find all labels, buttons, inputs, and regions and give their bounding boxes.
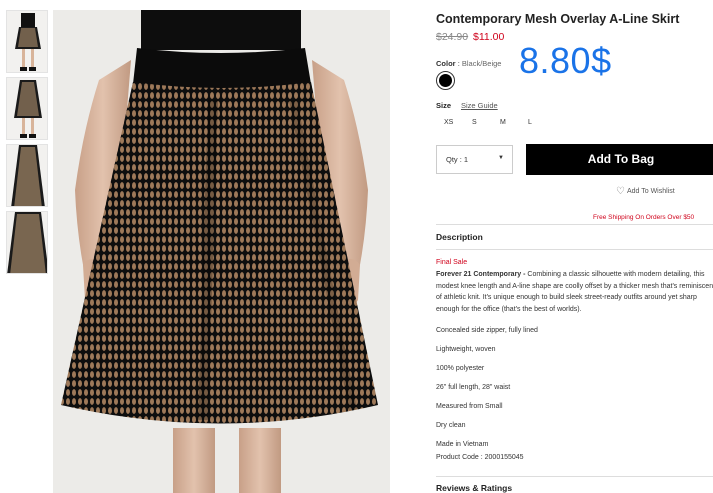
size-option-xs[interactable]: XS xyxy=(436,119,464,126)
color-label-row: Color : Black/Beige xyxy=(436,59,501,68)
thumbnail-4[interactable] xyxy=(6,211,48,274)
detail-item: 100% polyester xyxy=(436,365,485,372)
add-to-wishlist-link[interactable]: ♡ Add To Wishlist xyxy=(616,186,675,197)
size-options: XS S M L xyxy=(436,119,548,126)
detail-item: Concealed side zipper, fully lined xyxy=(436,327,538,334)
product-title: Contemporary Mesh Overlay A-Line Skirt xyxy=(436,12,680,26)
brand-name: Forever 21 Contemporary - xyxy=(436,271,526,278)
detail-item: Dry clean xyxy=(436,422,466,429)
wishlist-label: Add To Wishlist xyxy=(626,188,675,195)
reviews-heading[interactable]: Reviews & Ratings xyxy=(436,483,512,493)
detail-item: Made in Vietnam xyxy=(436,441,489,448)
detail-item: 26" full length, 28" waist xyxy=(436,384,511,391)
detail-item: Measured from Small xyxy=(436,403,503,410)
sale-price: $11.00 xyxy=(473,31,505,43)
product-info-panel: Contemporary Mesh Overlay A-Line Skirt $… xyxy=(436,0,713,493)
size-label: Size xyxy=(436,101,452,110)
thumbnail-2[interactable] xyxy=(6,77,48,140)
product-main-image[interactable] xyxy=(53,10,390,493)
thumbnail-list xyxy=(6,10,48,278)
final-sale-label: Final Sale xyxy=(436,259,468,266)
thumbnail-1[interactable] xyxy=(6,10,48,73)
size-guide-link[interactable]: Size Guide xyxy=(461,101,498,110)
size-option-s[interactable]: S xyxy=(464,119,492,126)
swatch-dot xyxy=(439,74,452,87)
add-to-bag-button[interactable]: Add To Bag xyxy=(526,144,713,175)
heart-icon: ♡ xyxy=(616,186,625,197)
quantity-select[interactable]: Qty : 1 ▼ xyxy=(436,145,513,174)
size-option-l[interactable]: L xyxy=(520,119,548,126)
thumbnail-3[interactable] xyxy=(6,144,48,207)
detail-item: Lightweight, woven xyxy=(436,346,496,353)
overlay-price-annotation: 8.80$ xyxy=(519,40,612,81)
divider xyxy=(436,249,713,250)
free-shipping-notice: Free Shipping On Orders Over $50 xyxy=(593,214,695,221)
product-code: Product Code : 2000155045 xyxy=(436,454,524,461)
size-option-m[interactable]: M xyxy=(492,119,520,126)
divider xyxy=(436,476,713,477)
description-heading[interactable]: Description xyxy=(436,232,483,242)
quantity-value: Qty : 1 xyxy=(446,155,469,164)
product-details-list: Concealed side zipper, fully lined Light… xyxy=(436,326,538,472)
divider xyxy=(436,224,713,225)
color-value: Black/Beige xyxy=(461,59,502,68)
description-text: Forever 21 Contemporary - Combining a cl… xyxy=(436,269,713,315)
original-price: $24.90 xyxy=(436,31,469,43)
chevron-down-icon: ▼ xyxy=(498,155,504,161)
color-swatch-black[interactable] xyxy=(436,71,455,90)
color-label: Color xyxy=(436,59,456,68)
